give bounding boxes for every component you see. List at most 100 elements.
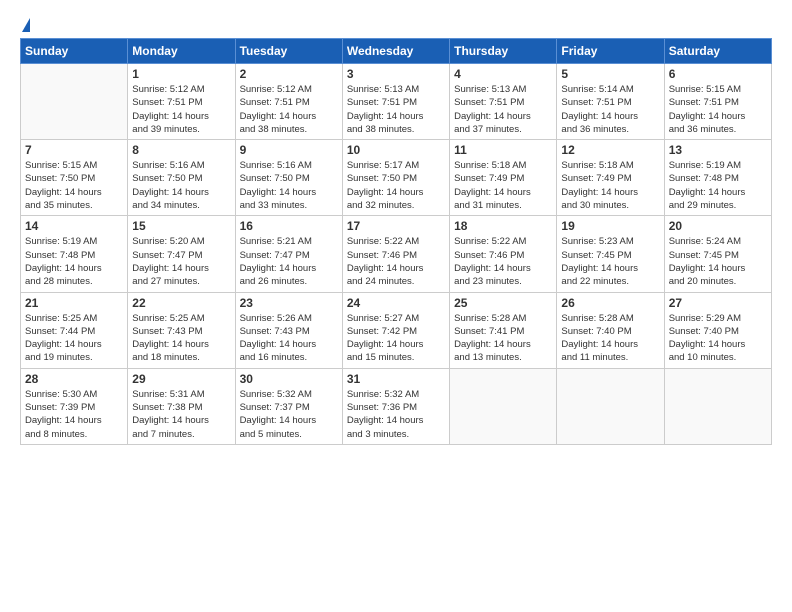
- header-row: SundayMondayTuesdayWednesdayThursdayFrid…: [21, 39, 772, 64]
- column-header-friday: Friday: [557, 39, 664, 64]
- week-row-5: 28 Sunrise: 5:30 AM Sunset: 7:39 PM Dayli…: [21, 368, 772, 444]
- week-row-3: 14 Sunrise: 5:19 AM Sunset: 7:48 PM Dayli…: [21, 216, 772, 292]
- day-info: Sunrise: 5:18 AM Sunset: 7:49 PM Dayligh…: [561, 159, 659, 212]
- day-number: 14: [25, 219, 123, 233]
- day-info: Sunrise: 5:13 AM Sunset: 7:51 PM Dayligh…: [454, 83, 552, 136]
- day-number: 3: [347, 67, 445, 81]
- day-cell: 19 Sunrise: 5:23 AM Sunset: 7:45 PM Dayli…: [557, 216, 664, 292]
- day-number: 2: [240, 67, 338, 81]
- day-cell: 7 Sunrise: 5:15 AM Sunset: 7:50 PM Daylig…: [21, 140, 128, 216]
- day-cell: 4Sunrise: 5:13 AM Sunset: 7:51 PM Daylig…: [450, 64, 557, 140]
- day-number: 16: [240, 219, 338, 233]
- day-info: Sunrise: 5:16 AM Sunset: 7:50 PM Dayligh…: [240, 159, 338, 212]
- day-number: 10: [347, 143, 445, 157]
- day-cell: [450, 368, 557, 444]
- day-info: Sunrise: 5:21 AM Sunset: 7:47 PM Dayligh…: [240, 235, 338, 288]
- day-number: 6: [669, 67, 767, 81]
- day-cell: 14 Sunrise: 5:19 AM Sunset: 7:48 PM Dayli…: [21, 216, 128, 292]
- header: [20, 10, 772, 32]
- day-cell: [557, 368, 664, 444]
- day-cell: [21, 64, 128, 140]
- day-cell: 27 Sunrise: 5:29 AM Sunset: 7:40 PM Dayli…: [664, 292, 771, 368]
- day-cell: 21 Sunrise: 5:25 AM Sunset: 7:44 PM Dayli…: [21, 292, 128, 368]
- week-row-1: 1 Sunrise: 5:12 AM Sunset: 7:51 PM Daylig…: [21, 64, 772, 140]
- column-header-wednesday: Wednesday: [342, 39, 449, 64]
- day-number: 13: [669, 143, 767, 157]
- day-number: 30: [240, 372, 338, 386]
- day-cell: 22 Sunrise: 5:25 AM Sunset: 7:43 PM Dayli…: [128, 292, 235, 368]
- day-number: 31: [347, 372, 445, 386]
- day-info: Sunrise: 5:31 AM Sunset: 7:38 PM Dayligh…: [132, 388, 230, 441]
- calendar-table: SundayMondayTuesdayWednesdayThursdayFrid…: [20, 38, 772, 445]
- day-number: 18: [454, 219, 552, 233]
- day-cell: 8 Sunrise: 5:16 AM Sunset: 7:50 PM Daylig…: [128, 140, 235, 216]
- day-number: 12: [561, 143, 659, 157]
- day-info: Sunrise: 5:25 AM Sunset: 7:43 PM Dayligh…: [132, 312, 230, 365]
- day-cell: 25 Sunrise: 5:28 AM Sunset: 7:41 PM Dayli…: [450, 292, 557, 368]
- day-number: 28: [25, 372, 123, 386]
- day-cell: 23Sunrise: 5:26 AM Sunset: 7:43 PM Dayli…: [235, 292, 342, 368]
- day-cell: 24 Sunrise: 5:27 AM Sunset: 7:42 PM Dayli…: [342, 292, 449, 368]
- day-cell: 16 Sunrise: 5:21 AM Sunset: 7:47 PM Dayli…: [235, 216, 342, 292]
- day-info: Sunrise: 5:28 AM Sunset: 7:41 PM Dayligh…: [454, 312, 552, 365]
- day-info: Sunrise: 5:14 AM Sunset: 7:51 PM Dayligh…: [561, 83, 659, 136]
- day-number: 11: [454, 143, 552, 157]
- day-cell: 10 Sunrise: 5:17 AM Sunset: 7:50 PM Dayli…: [342, 140, 449, 216]
- day-cell: [664, 368, 771, 444]
- day-info: Sunrise: 5:15 AM Sunset: 7:50 PM Dayligh…: [25, 159, 123, 212]
- day-number: 26: [561, 296, 659, 310]
- day-number: 22: [132, 296, 230, 310]
- day-info: Sunrise: 5:29 AM Sunset: 7:40 PM Dayligh…: [669, 312, 767, 365]
- day-number: 27: [669, 296, 767, 310]
- day-info: Sunrise: 5:19 AM Sunset: 7:48 PM Dayligh…: [669, 159, 767, 212]
- day-info: Sunrise: 5:32 AM Sunset: 7:36 PM Dayligh…: [347, 388, 445, 441]
- day-info: Sunrise: 5:25 AM Sunset: 7:44 PM Dayligh…: [25, 312, 123, 365]
- day-number: 20: [669, 219, 767, 233]
- day-number: 29: [132, 372, 230, 386]
- day-number: 21: [25, 296, 123, 310]
- day-cell: 11Sunrise: 5:18 AM Sunset: 7:49 PM Dayli…: [450, 140, 557, 216]
- day-cell: 13 Sunrise: 5:19 AM Sunset: 7:48 PM Dayli…: [664, 140, 771, 216]
- column-header-saturday: Saturday: [664, 39, 771, 64]
- day-info: Sunrise: 5:30 AM Sunset: 7:39 PM Dayligh…: [25, 388, 123, 441]
- day-number: 7: [25, 143, 123, 157]
- day-info: Sunrise: 5:23 AM Sunset: 7:45 PM Dayligh…: [561, 235, 659, 288]
- day-info: Sunrise: 5:16 AM Sunset: 7:50 PM Dayligh…: [132, 159, 230, 212]
- day-number: 15: [132, 219, 230, 233]
- week-row-2: 7 Sunrise: 5:15 AM Sunset: 7:50 PM Daylig…: [21, 140, 772, 216]
- day-number: 5: [561, 67, 659, 81]
- day-cell: 29 Sunrise: 5:31 AM Sunset: 7:38 PM Dayli…: [128, 368, 235, 444]
- day-cell: 31 Sunrise: 5:32 AM Sunset: 7:36 PM Dayli…: [342, 368, 449, 444]
- day-number: 25: [454, 296, 552, 310]
- day-number: 8: [132, 143, 230, 157]
- day-number: 17: [347, 219, 445, 233]
- day-number: 1: [132, 67, 230, 81]
- day-info: Sunrise: 5:17 AM Sunset: 7:50 PM Dayligh…: [347, 159, 445, 212]
- day-info: Sunrise: 5:27 AM Sunset: 7:42 PM Dayligh…: [347, 312, 445, 365]
- day-info: Sunrise: 5:12 AM Sunset: 7:51 PM Dayligh…: [240, 83, 338, 136]
- day-info: Sunrise: 5:24 AM Sunset: 7:45 PM Dayligh…: [669, 235, 767, 288]
- logo: [20, 10, 30, 32]
- day-number: 19: [561, 219, 659, 233]
- day-info: Sunrise: 5:20 AM Sunset: 7:47 PM Dayligh…: [132, 235, 230, 288]
- day-info: Sunrise: 5:12 AM Sunset: 7:51 PM Dayligh…: [132, 83, 230, 136]
- day-info: Sunrise: 5:28 AM Sunset: 7:40 PM Dayligh…: [561, 312, 659, 365]
- column-header-sunday: Sunday: [21, 39, 128, 64]
- day-info: Sunrise: 5:15 AM Sunset: 7:51 PM Dayligh…: [669, 83, 767, 136]
- logo-triangle-icon: [22, 18, 30, 32]
- day-cell: 2 Sunrise: 5:12 AM Sunset: 7:51 PM Daylig…: [235, 64, 342, 140]
- day-cell: 26 Sunrise: 5:28 AM Sunset: 7:40 PM Dayli…: [557, 292, 664, 368]
- day-info: Sunrise: 5:22 AM Sunset: 7:46 PM Dayligh…: [347, 235, 445, 288]
- day-number: 9: [240, 143, 338, 157]
- day-number: 24: [347, 296, 445, 310]
- day-cell: 6 Sunrise: 5:15 AM Sunset: 7:51 PM Daylig…: [664, 64, 771, 140]
- column-header-monday: Monday: [128, 39, 235, 64]
- day-cell: 12 Sunrise: 5:18 AM Sunset: 7:49 PM Dayli…: [557, 140, 664, 216]
- day-info: Sunrise: 5:26 AM Sunset: 7:43 PM Dayligh…: [240, 312, 338, 365]
- day-cell: 17 Sunrise: 5:22 AM Sunset: 7:46 PM Dayli…: [342, 216, 449, 292]
- column-header-thursday: Thursday: [450, 39, 557, 64]
- week-row-4: 21 Sunrise: 5:25 AM Sunset: 7:44 PM Dayli…: [21, 292, 772, 368]
- day-info: Sunrise: 5:19 AM Sunset: 7:48 PM Dayligh…: [25, 235, 123, 288]
- day-cell: 20 Sunrise: 5:24 AM Sunset: 7:45 PM Dayli…: [664, 216, 771, 292]
- day-cell: 30Sunrise: 5:32 AM Sunset: 7:37 PM Dayli…: [235, 368, 342, 444]
